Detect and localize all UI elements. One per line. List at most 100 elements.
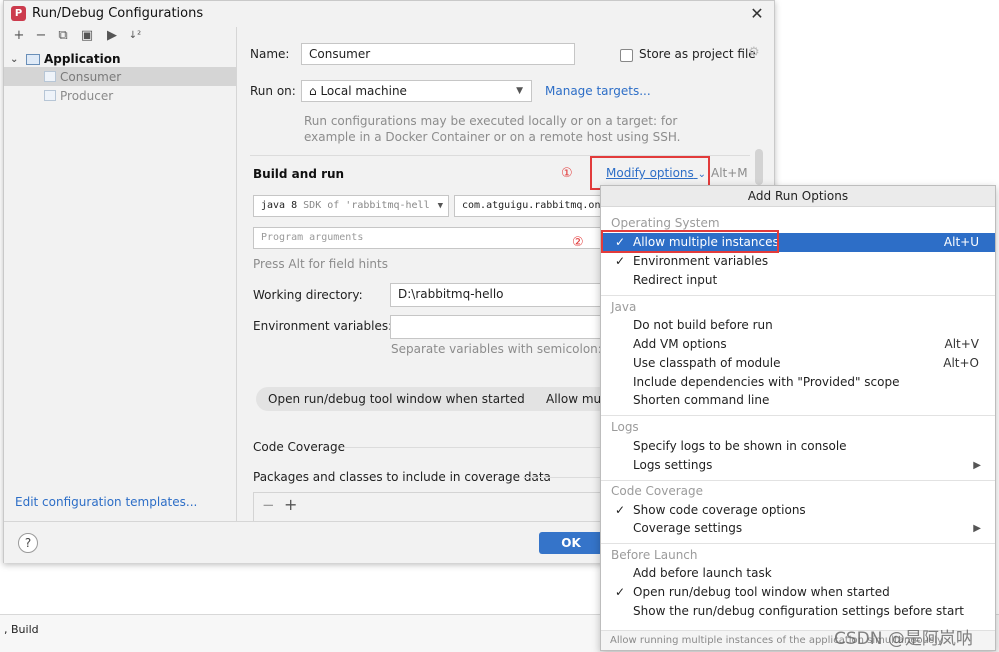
- build-run-heading: Build and run: [253, 167, 345, 181]
- menu-separator: [601, 480, 995, 481]
- menu-item-label: Environment variables: [633, 254, 769, 268]
- run-on-select[interactable]: ⌂ Local machine ▼: [301, 80, 532, 102]
- name-label: Name:: [250, 47, 290, 61]
- run-on-value: Local machine: [320, 84, 407, 98]
- tree-item-label: Consumer: [60, 69, 122, 84]
- sort-icon[interactable]: ↓²: [128, 29, 142, 43]
- dialog-title: Run/Debug Configurations: [32, 6, 204, 21]
- menu-item-label: Open run/debug tool window when started: [633, 585, 890, 599]
- edit-templates-link[interactable]: Edit configuration templates...: [15, 495, 197, 509]
- tree-item-consumer[interactable]: Consumer: [4, 67, 236, 86]
- home-icon: ⌂: [309, 84, 317, 98]
- group-label-code-coverage: Code Coverage: [611, 484, 704, 498]
- menu-item-specify-logs[interactable]: Specify logs to be shown in console: [601, 437, 995, 456]
- menu-item-use-classpath[interactable]: Use classpath of module Alt+O: [601, 354, 995, 373]
- menu-item-label: Do not build before run: [633, 318, 773, 332]
- config-file-icon: [44, 90, 56, 101]
- background-build-label: , Build: [4, 623, 39, 636]
- menu-item-label: Include dependencies with "Provided" sco…: [633, 375, 900, 389]
- tree-item-label: Producer: [60, 88, 114, 103]
- add-run-options-popup: Add Run Options Operating System ✓ Allow…: [600, 185, 996, 651]
- divider: [341, 447, 611, 448]
- popup-title: Add Run Options: [601, 186, 995, 207]
- environment-variables-label: Environment variables:: [253, 319, 393, 333]
- scrollbar-thumb[interactable]: [755, 149, 763, 185]
- plus-icon[interactable]: +: [12, 29, 26, 43]
- copy-icon[interactable]: ⧉: [56, 29, 70, 43]
- config-file-icon: [44, 71, 56, 82]
- main-class-field[interactable]: com.atguigu.rabbitmq.one.: [454, 195, 614, 217]
- tree-node-label: Application: [44, 52, 121, 66]
- annotation-marker-2: ②: [572, 235, 584, 250]
- environment-variables-field[interactable]: [390, 315, 610, 339]
- program-arguments-field[interactable]: Program arguments: [253, 227, 614, 249]
- app-icon: P: [11, 6, 26, 21]
- minus-icon[interactable]: −: [34, 29, 48, 43]
- gear-icon: ⚙: [748, 45, 760, 60]
- menu-item-do-not-build[interactable]: Do not build before run: [601, 316, 995, 335]
- menu-item-add-before-launch[interactable]: Add before launch task: [601, 564, 995, 583]
- menu-item-shortcut: Alt+U: [943, 235, 979, 249]
- check-icon: ✓: [615, 585, 626, 599]
- code-coverage-heading: Code Coverage: [253, 440, 346, 454]
- menu-item-label: Show code coverage options: [633, 503, 806, 517]
- menu-item-open-tool-window[interactable]: ✓ Open run/debug tool window when starte…: [601, 583, 995, 602]
- jdk-select[interactable]: java 8 SDK of 'rabbitmq-hell ▼: [253, 195, 449, 217]
- remove-pattern-icon[interactable]: −: [262, 496, 275, 514]
- menu-item-label: Use classpath of module: [633, 356, 781, 370]
- menu-item-label: Coverage settings: [633, 521, 743, 535]
- dialog-titlebar: P Run/Debug Configurations ✕: [4, 1, 774, 27]
- chevron-down-icon[interactable]: ⌄: [10, 54, 22, 65]
- menu-item-label: Redirect input: [633, 273, 718, 287]
- menu-item-shortcut: Alt+O: [943, 356, 979, 370]
- menu-item-shortcut: Alt+V: [944, 337, 979, 351]
- check-icon: ✓: [615, 503, 626, 517]
- option-chip-open-tool-window[interactable]: Open run/debug tool window when started …: [256, 387, 557, 411]
- tree-item-producer[interactable]: Producer: [4, 86, 236, 105]
- menu-item-show-settings-before-start[interactable]: Show the run/debug configuration setting…: [601, 602, 995, 621]
- menu-item-show-coverage-options[interactable]: ✓ Show code coverage options: [601, 501, 995, 520]
- menu-separator: [601, 543, 995, 544]
- save-icon[interactable]: ▣: [80, 29, 94, 43]
- dropdown-arrow-icon: ▼: [437, 201, 443, 211]
- close-icon[interactable]: ✕: [747, 4, 767, 24]
- jdk-value: SDK of 'rabbitmq-hell: [303, 200, 430, 211]
- run-on-hint-line2: example in a Docker Container or on a re…: [304, 130, 681, 144]
- check-icon: ✓: [615, 254, 626, 268]
- store-as-project-label[interactable]: Store as project file: [639, 47, 756, 61]
- menu-item-redirect-input[interactable]: Redirect input: [601, 271, 995, 290]
- add-pattern-icon[interactable]: +: [284, 495, 297, 514]
- group-label-java: Java: [611, 300, 637, 314]
- chip-label: Open run/debug tool window when started: [268, 392, 525, 406]
- menu-item-shorten-command-line[interactable]: Shorten command line: [601, 391, 995, 410]
- config-tree-panel: + − ⧉ ▣ ▶ ↓² ⌄ Application Consumer Prod…: [4, 27, 237, 521]
- store-as-project-checkbox[interactable]: [620, 49, 633, 62]
- allow-multiple-highlight-box: [601, 230, 779, 253]
- group-label-logs: Logs: [611, 420, 639, 434]
- screen: , Build P Run/Debug Configurations ✕ + −…: [0, 0, 999, 652]
- run-on-label: Run on:: [250, 84, 296, 98]
- ok-button[interactable]: OK: [539, 532, 603, 554]
- name-field[interactable]: Consumer: [301, 43, 575, 65]
- submenu-arrow-icon: ▶: [973, 460, 981, 471]
- menu-item-environment-variables[interactable]: ✓ Environment variables: [601, 252, 995, 271]
- manage-targets-link[interactable]: Manage targets...: [545, 84, 651, 98]
- coverage-packages-label: Packages and classes to include in cover…: [253, 470, 551, 484]
- tree-node-application[interactable]: ⌄ Application: [10, 50, 121, 68]
- environment-variables-hint: Separate variables with semicolon: VAR: [391, 342, 630, 356]
- menu-item-include-provided[interactable]: Include dependencies with "Provided" sco…: [601, 373, 995, 392]
- menu-item-label: Add before launch task: [633, 566, 772, 580]
- application-folder-icon: [26, 53, 40, 65]
- working-directory-field[interactable]: D:\rabbitmq-hello: [390, 283, 610, 307]
- modify-options-shortcut: Alt+M: [711, 166, 748, 180]
- menu-item-label: Shorten command line: [633, 393, 770, 407]
- menu-item-add-vm-options[interactable]: Add VM options Alt+V: [601, 335, 995, 354]
- field-hint-text: Press Alt for field hints: [253, 257, 388, 271]
- menu-separator: [601, 295, 995, 296]
- menu-item-label: Logs settings: [633, 458, 713, 472]
- help-button[interactable]: ?: [18, 533, 38, 553]
- menu-item-coverage-settings[interactable]: Coverage settings ▶: [601, 519, 995, 538]
- move-to-folder-icon[interactable]: ▶: [105, 29, 119, 43]
- submenu-arrow-icon: ▶: [973, 523, 981, 534]
- menu-item-logs-settings[interactable]: Logs settings ▶: [601, 456, 995, 475]
